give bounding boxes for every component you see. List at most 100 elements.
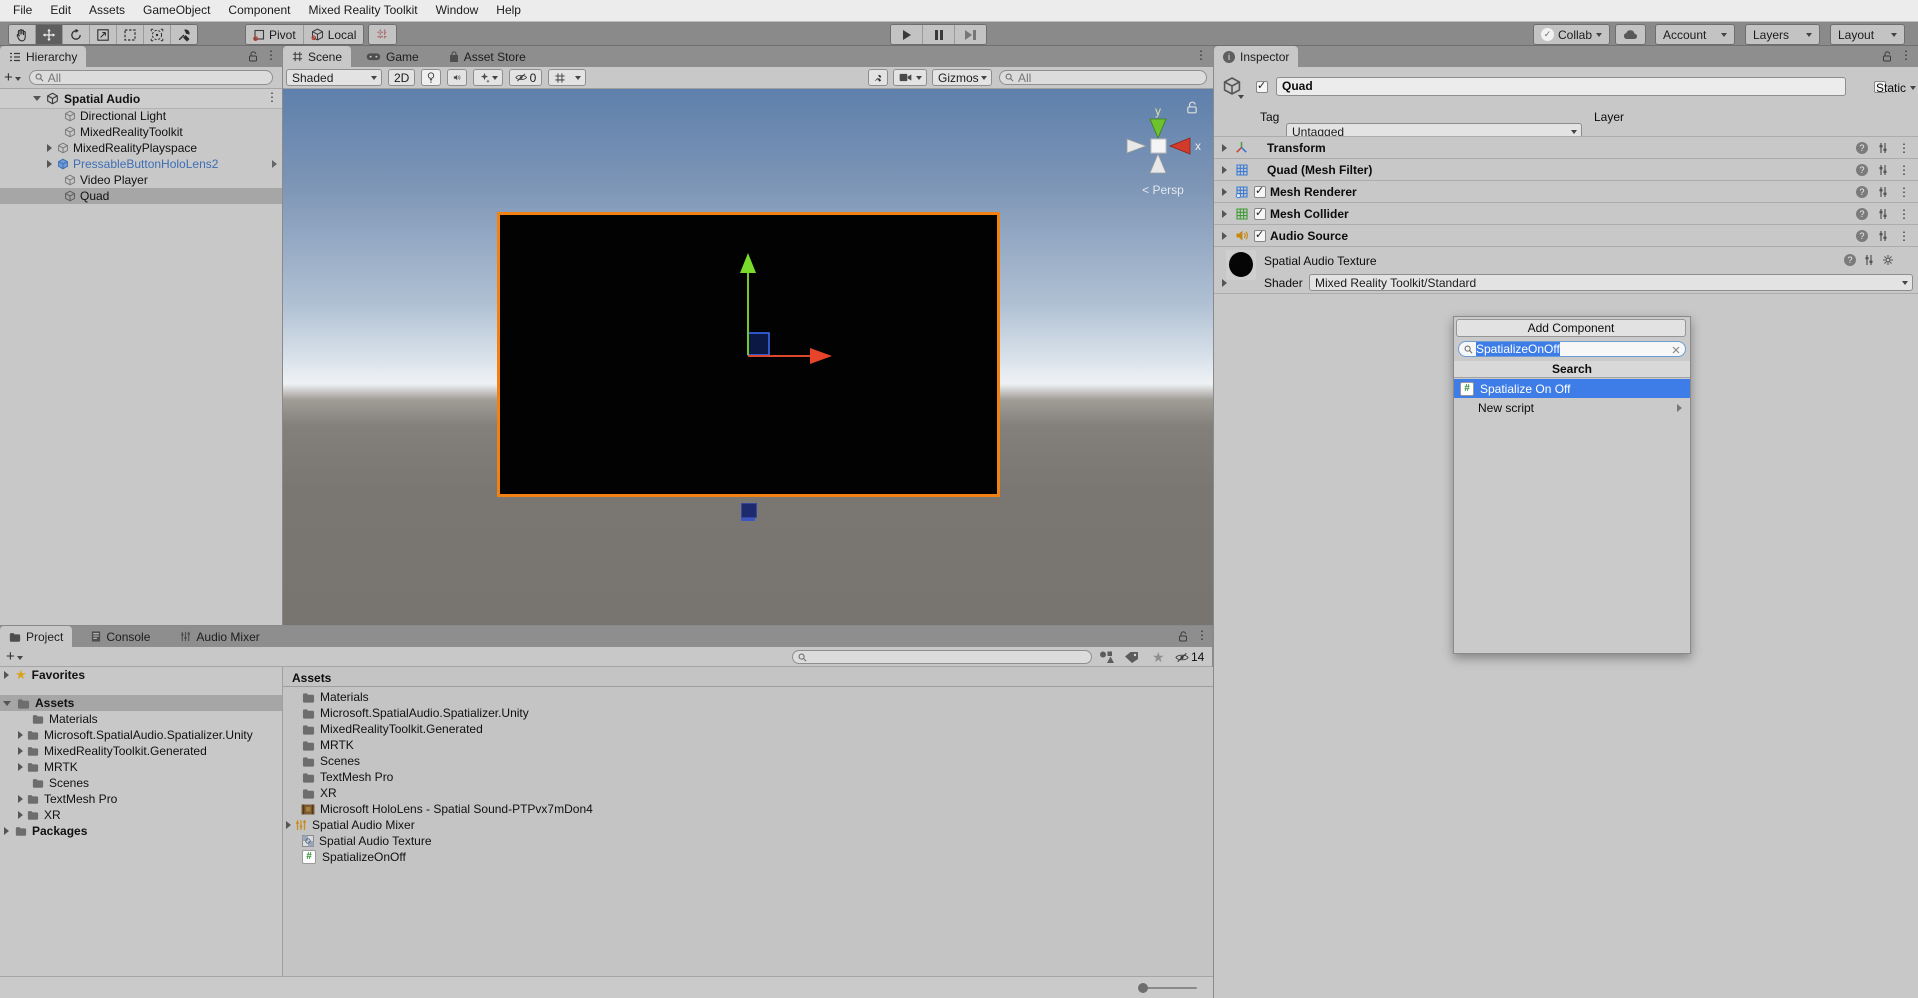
component-enabled-checkbox[interactable] [1254, 230, 1266, 242]
fold-arrow[interactable] [18, 731, 23, 739]
cloud-button[interactable] [1616, 25, 1645, 44]
fold-arrow[interactable] [4, 671, 9, 679]
step-button[interactable] [955, 25, 986, 44]
grid-snap-button[interactable] [370, 25, 396, 44]
tab-project[interactable]: Project [0, 626, 72, 647]
help-icon[interactable] [1856, 208, 1868, 220]
thumbnail-size-slider-knob[interactable] [1138, 983, 1148, 993]
hand-tool-button[interactable] [9, 25, 36, 44]
hierarchy-item-pressablebuttonhololens2[interactable]: PressableButtonHoloLens2 [0, 156, 282, 172]
fold-arrow[interactable] [1222, 232, 1227, 240]
tab-asset-store[interactable]: Asset Store [440, 46, 535, 67]
tree-assets-selected[interactable]: Assets [0, 695, 282, 711]
projection-mode-label[interactable]: < Persp [1118, 183, 1208, 197]
asset-spatializeonoff-script[interactable]: SpatializeOnOff [283, 849, 1213, 865]
layout-dropdown[interactable]: Layout [1831, 25, 1904, 44]
fold-arrow[interactable] [18, 795, 23, 803]
fold-arrow[interactable] [18, 763, 23, 771]
gameobject-header-cube-icon[interactable] [1222, 76, 1242, 96]
component-enabled-checkbox[interactable] [1254, 186, 1266, 198]
component-enabled-checkbox[interactable] [1254, 208, 1266, 220]
component-search-input[interactable]: SpatializeOnOff [1458, 341, 1686, 357]
fold-arrow[interactable] [1222, 144, 1227, 152]
menu-help[interactable]: Help [487, 0, 530, 21]
presets-icon[interactable] [1877, 230, 1889, 242]
scene-fold-arrow[interactable] [33, 96, 41, 101]
component-audio-source[interactable]: Audio Source [1214, 224, 1918, 246]
menu-gameobject[interactable]: GameObject [134, 0, 219, 21]
rect-tool-button[interactable] [117, 25, 144, 44]
menu-window[interactable]: Window [427, 0, 488, 21]
asset-mixedrealitytoolkit-generated[interactable]: MixedRealityToolkit.Generated [283, 721, 1213, 737]
fold-arrow[interactable] [1222, 166, 1227, 174]
fold-arrow[interactable] [286, 821, 291, 829]
tree-microsoft-spatialaudio[interactable]: Microsoft.SpatialAudio.Spatializer.Unity [0, 727, 282, 743]
scene-viewport[interactable]: y x < Persp [283, 89, 1213, 625]
tab-scene[interactable]: Scene [283, 46, 351, 67]
menu-assets[interactable]: Assets [80, 0, 134, 21]
viewport-lock-icon[interactable] [1186, 101, 1198, 114]
tab-game[interactable]: Game [357, 46, 428, 67]
help-icon[interactable] [1856, 142, 1868, 154]
asset-scenes[interactable]: Scenes [283, 753, 1213, 769]
audio-gizmo-icon[interactable] [741, 503, 757, 518]
asset-microsoft-spatialaudio[interactable]: Microsoft.SpatialAudio.Spatializer.Unity [283, 705, 1213, 721]
tab-hierarchy[interactable]: Hierarchy [0, 46, 86, 67]
component-menu-kebab[interactable] [1898, 209, 1910, 219]
search-by-type-button[interactable] [1098, 650, 1114, 664]
tree-textmesh-pro[interactable]: TextMesh Pro [0, 791, 282, 807]
project-menu-kebab[interactable] [1196, 630, 1208, 640]
hierarchy-item-directional-light[interactable]: Directional Light [0, 108, 282, 124]
inspector-lock-icon[interactable] [1882, 51, 1892, 62]
presets-icon[interactable] [1877, 164, 1889, 176]
scene-tools-button[interactable] [868, 69, 888, 86]
asset-textmesh-pro[interactable]: TextMesh Pro [283, 769, 1213, 785]
scene-panel-kebab[interactable] [1195, 50, 1207, 60]
hierarchy-item-quad-selected[interactable]: Quad [0, 188, 282, 204]
tree-mixedrealitytoolkit-generated[interactable]: MixedRealityToolkit.Generated [0, 743, 282, 759]
effects-dropdown-button[interactable] [473, 69, 503, 86]
component-transform[interactable]: Transform [1214, 136, 1918, 158]
asset-xr[interactable]: XR [283, 785, 1213, 801]
transform-tool-button[interactable] [144, 25, 171, 44]
help-icon[interactable] [1856, 230, 1868, 242]
layers-dropdown[interactable]: Layers [1746, 25, 1819, 44]
fold-arrow[interactable] [1222, 188, 1227, 196]
component-mesh-renderer[interactable]: Mesh Renderer [1214, 180, 1918, 202]
custom-tool-button[interactable] [171, 25, 197, 44]
pivot-toggle-button[interactable]: Pivot [246, 25, 304, 44]
fold-arrow[interactable] [18, 747, 23, 755]
shading-mode-dropdown[interactable]: Shaded [286, 69, 382, 86]
project-lock-icon[interactable] [1178, 631, 1188, 642]
quad-object-selected[interactable] [497, 212, 1000, 497]
presets-icon[interactable] [1877, 142, 1889, 154]
thumbnail-size-slider-track[interactable] [1140, 987, 1197, 989]
move-tool-button[interactable] [36, 25, 63, 44]
local-toggle-button[interactable]: Local [304, 25, 364, 44]
fold-arrow[interactable] [47, 160, 52, 168]
tree-xr[interactable]: XR [0, 807, 282, 823]
hierarchy-search-input[interactable]: All [29, 70, 273, 85]
pause-button[interactable] [923, 25, 955, 44]
project-search-input[interactable] [792, 650, 1092, 664]
presets-icon[interactable] [1877, 186, 1889, 198]
clear-search-icon[interactable] [1672, 346, 1680, 354]
scene-menu-kebab[interactable] [266, 92, 278, 102]
lighting-toggle-button[interactable] [421, 69, 441, 86]
gizmos-dropdown[interactable]: Gizmos [932, 69, 992, 86]
asset-hololens-spatial-sound-video[interactable]: Microsoft HoloLens - Spatial Sound-PTPvx… [283, 801, 1213, 817]
fold-arrow[interactable] [1222, 210, 1227, 218]
tree-favorites[interactable]: ★ Favorites [0, 667, 282, 683]
search-by-label-button[interactable] [1124, 651, 1139, 663]
tab-audio-mixer[interactable]: Audio Mixer [171, 626, 268, 647]
menu-component[interactable]: Component [219, 0, 299, 21]
tree-materials[interactable]: Materials [0, 711, 282, 727]
grid-visibility-dropdown[interactable] [548, 69, 586, 86]
help-icon[interactable] [1856, 186, 1868, 198]
gameobject-name-field[interactable]: Quad [1276, 77, 1846, 96]
collab-button[interactable]: ✓ Collab [1534, 25, 1609, 44]
static-caret[interactable] [1910, 86, 1916, 90]
hierarchy-menu-kebab[interactable] [265, 50, 277, 60]
camera-settings-dropdown[interactable] [893, 69, 927, 86]
shader-dropdown[interactable]: Mixed Reality Toolkit/Standard [1309, 274, 1913, 291]
